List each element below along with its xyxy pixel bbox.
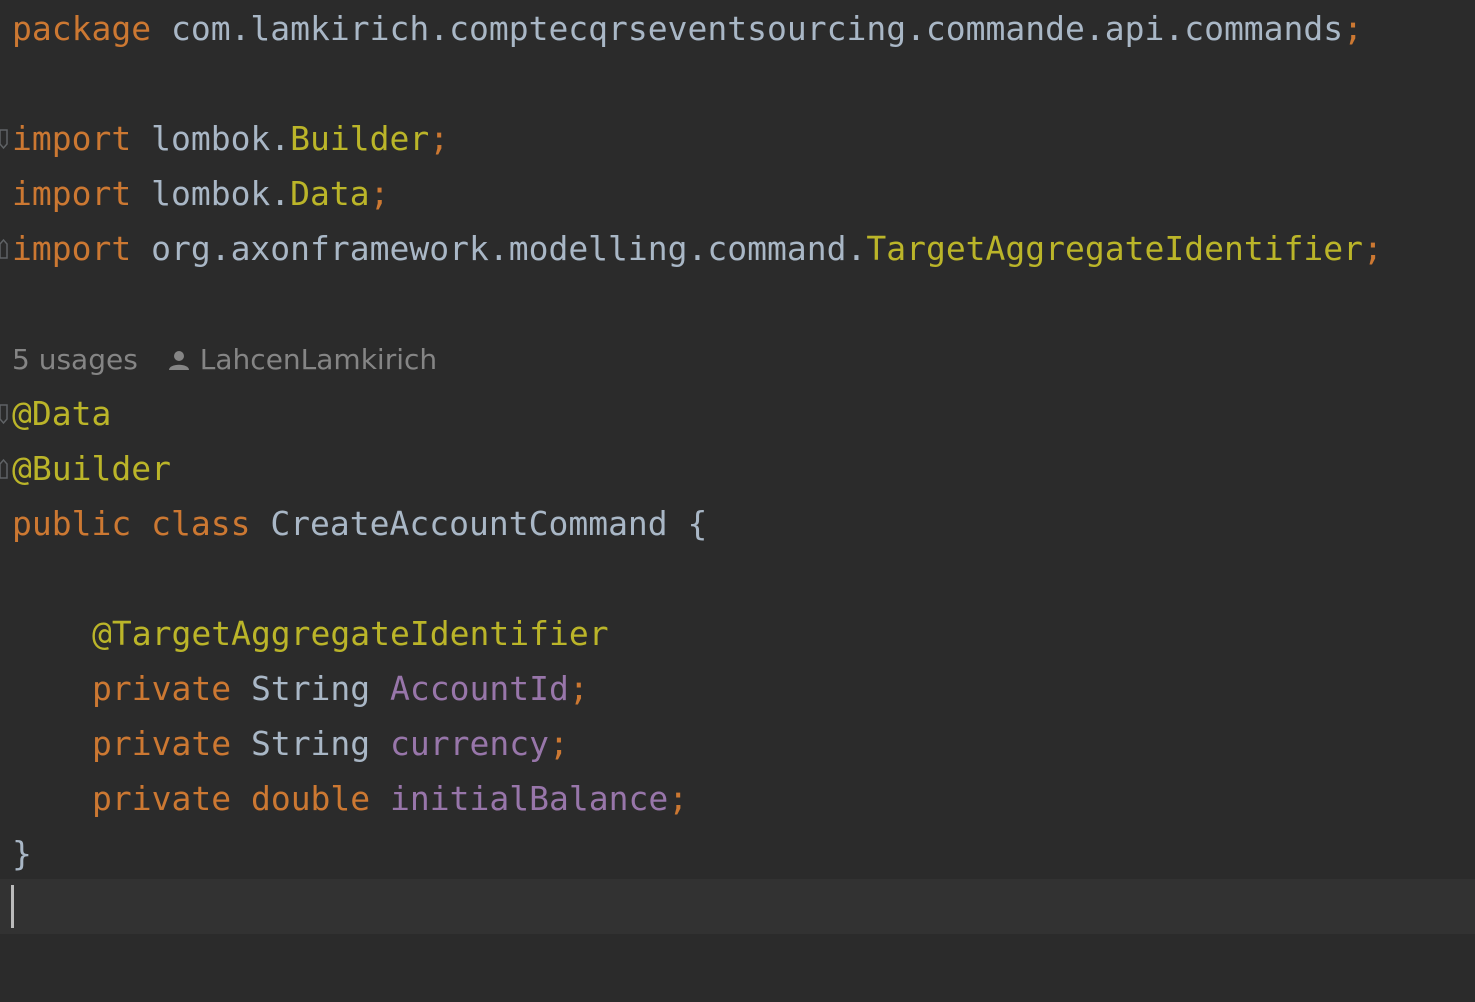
open-brace: {: [687, 504, 708, 543]
class-annotation-data[interactable]: @Data: [12, 386, 111, 441]
text-caret: [11, 885, 14, 928]
class-name: CreateAccountCommand: [270, 504, 668, 543]
semicolon: ;: [1343, 9, 1364, 48]
code-line-import[interactable]: import org.axonframework.modelling.comma…: [12, 221, 1383, 276]
field-name: initialBalance: [390, 779, 669, 818]
code-line-class-declaration[interactable]: public class CreateAccountCommand {: [12, 496, 707, 551]
class-keyword: class: [151, 504, 251, 543]
private-keyword: private: [92, 779, 232, 818]
import-keyword: import: [12, 174, 132, 213]
field-type: String: [250, 669, 371, 708]
class-annotation-builder[interactable]: @Builder: [12, 441, 171, 496]
import-keyword: import: [12, 119, 132, 158]
field-name: currency: [390, 724, 549, 763]
import-class-name: Builder: [290, 119, 430, 158]
public-keyword: public: [12, 504, 132, 543]
import-keyword: import: [12, 229, 132, 268]
semicolon: ;: [668, 779, 689, 818]
fold-marker-icon[interactable]: [0, 128, 8, 150]
semicolon: ;: [369, 174, 390, 213]
code-line-field[interactable]: private String AccountId;: [92, 661, 589, 716]
code-line-import[interactable]: import lombok.Data;: [12, 166, 390, 221]
field-name: AccountId: [390, 669, 569, 708]
fold-marker-icon[interactable]: [0, 458, 8, 480]
close-brace[interactable]: }: [12, 826, 32, 881]
code-editor[interactable]: package com.lamkirich.comptecqrseventsou…: [0, 0, 1475, 1002]
field-annotation-target-aggregate-identifier[interactable]: @TargetAggregateIdentifier: [92, 606, 609, 661]
field-type: String: [250, 724, 371, 763]
current-line-highlight: [0, 879, 1475, 934]
private-keyword: private: [92, 724, 232, 763]
code-line-import[interactable]: import lombok.Builder;: [12, 111, 449, 166]
import-prefix: lombok.: [151, 174, 291, 213]
import-class-name: Data: [290, 174, 370, 213]
user-icon: [168, 351, 189, 370]
author-hint[interactable]: LahcenLamkirich: [200, 343, 437, 376]
import-prefix: org.axonframework.modelling.command.: [151, 229, 867, 268]
code-line-package[interactable]: package com.lamkirich.comptecqrseventsou…: [12, 1, 1363, 56]
import-class-name: TargetAggregateIdentifier: [866, 229, 1364, 268]
fold-marker-icon[interactable]: [0, 238, 8, 260]
inlay-hints: 5 usages LahcenLamkirich: [12, 338, 437, 382]
fold-marker-icon[interactable]: [0, 403, 8, 425]
semicolon: ;: [568, 669, 589, 708]
code-line-field[interactable]: private String currency;: [92, 716, 569, 771]
code-line-field[interactable]: private double initialBalance;: [92, 771, 688, 826]
semicolon: ;: [549, 724, 569, 763]
field-type: double: [250, 779, 371, 818]
private-keyword: private: [92, 669, 232, 708]
semicolon: ;: [429, 119, 450, 158]
usages-hint[interactable]: 5 usages: [12, 343, 138, 376]
package-name: com.lamkirich.comptecqrseventsourcing.co…: [170, 9, 1344, 48]
import-prefix: lombok.: [151, 119, 291, 158]
package-keyword: package: [12, 9, 152, 48]
semicolon: ;: [1363, 229, 1383, 268]
